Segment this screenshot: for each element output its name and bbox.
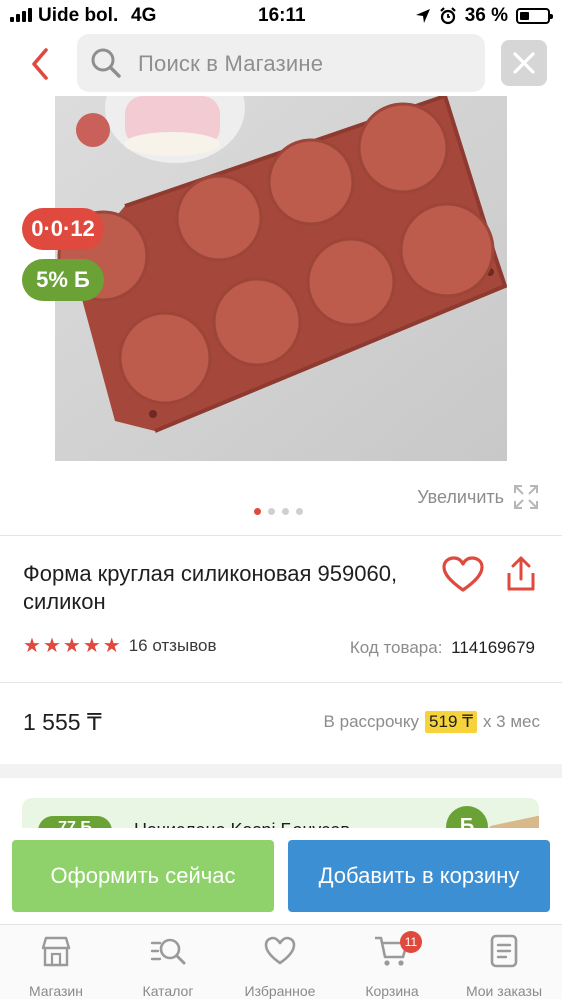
add-to-cart-button[interactable]: Добавить в корзину xyxy=(288,840,550,912)
battery-icon xyxy=(516,8,553,24)
product-code-label: Код товара: xyxy=(349,638,443,657)
zoom-label: Увеличить xyxy=(417,486,504,507)
clock: 16:11 xyxy=(258,5,306,26)
orders-icon xyxy=(490,934,518,968)
rating[interactable]: ★ ★ ★ ★ ★ 16 отзывов xyxy=(23,636,217,656)
alarm-icon xyxy=(439,7,456,25)
location-icon xyxy=(415,9,430,23)
product-gallery[interactable]: 0·0·12 5% Б Увеличить xyxy=(0,96,562,528)
product-page: Uide bol. 4G 16:11 36 % Поиск в Магазине xyxy=(0,0,562,999)
signal-icon xyxy=(10,8,32,22)
divider xyxy=(0,682,562,683)
status-right: 36 % xyxy=(415,5,553,27)
price: 1 555 ₸ xyxy=(23,709,102,735)
installment-prefix: В рассрочку xyxy=(323,712,420,731)
slide-dot xyxy=(282,508,289,515)
catalog-icon xyxy=(150,938,186,965)
shop-icon xyxy=(41,936,71,967)
status-bar: Uide bol. 4G 16:11 36 % xyxy=(0,0,562,32)
zoom-button[interactable]: Увеличить xyxy=(417,483,540,511)
installment-info: В рассрочку 519 ₸ x 3 мес xyxy=(324,711,540,733)
search-input[interactable]: Поиск в Магазине xyxy=(77,34,485,92)
installment-badge: 0·0·12 xyxy=(22,208,104,250)
section-separator xyxy=(0,764,562,778)
chevron-left-icon xyxy=(32,48,48,80)
star-icon: ★ xyxy=(102,635,121,657)
heart-icon xyxy=(442,556,484,592)
installment-amount: 519 ₸ xyxy=(425,711,477,733)
product-code: Код товара: 114169679 xyxy=(350,638,535,658)
close-button[interactable] xyxy=(501,40,547,86)
share-button[interactable] xyxy=(503,555,539,598)
favorite-button[interactable] xyxy=(442,556,484,599)
back-button[interactable] xyxy=(22,42,58,86)
reviews-link[interactable]: 16 отзывов xyxy=(129,636,217,656)
star-icon: ★ xyxy=(82,635,101,657)
star-icon: ★ xyxy=(23,635,41,657)
slide-dot xyxy=(254,508,261,515)
tab-cart[interactable]: 11 Корзина xyxy=(336,931,448,999)
divider xyxy=(0,535,562,536)
slide-dot xyxy=(296,508,303,515)
star-icon: ★ xyxy=(42,635,61,657)
product-image[interactable] xyxy=(55,96,507,461)
tab-favorites[interactable]: Избранное xyxy=(224,933,336,999)
expand-icon xyxy=(514,485,538,509)
tab-catalog[interactable]: Каталог xyxy=(112,933,224,999)
star-icon: ★ xyxy=(62,635,81,657)
tab-shop[interactable]: Магазин xyxy=(0,933,112,999)
search-icon xyxy=(91,48,121,78)
carrier-name: Uide bol. xyxy=(38,5,119,26)
tab-label: Избранное xyxy=(244,983,316,999)
tab-label: Каталог xyxy=(142,983,194,999)
header: Поиск в Магазине xyxy=(0,32,562,96)
heart-icon xyxy=(264,936,296,965)
tab-orders[interactable]: Мои заказы xyxy=(448,933,560,999)
buy-now-button[interactable]: Оформить сейчас xyxy=(12,840,274,912)
tab-label: Мои заказы xyxy=(465,983,543,999)
product-title: Форма круглая силиконовая 959060, силико… xyxy=(23,561,398,614)
cart-count-badge: 11 xyxy=(400,931,422,953)
product-code-value: 114169679 xyxy=(451,638,535,657)
tab-label: Корзина xyxy=(365,983,419,999)
network-type: 4G xyxy=(131,5,157,26)
slide-indicator xyxy=(254,508,303,515)
battery-percent: 36 % xyxy=(464,5,508,26)
bonus-badge: 5% Б xyxy=(22,259,104,301)
action-bar: Оформить сейчас Добавить в корзину xyxy=(0,828,562,924)
close-icon xyxy=(513,52,535,74)
tab-bar: Магазин Каталог Избранное 11 Корзина Мои… xyxy=(0,924,562,999)
share-icon xyxy=(507,556,535,591)
tab-label: Магазин xyxy=(28,983,83,999)
search-placeholder: Поиск в Магазине xyxy=(138,51,324,76)
installment-suffix: x 3 мес xyxy=(482,712,540,731)
slide-dot xyxy=(268,508,275,515)
